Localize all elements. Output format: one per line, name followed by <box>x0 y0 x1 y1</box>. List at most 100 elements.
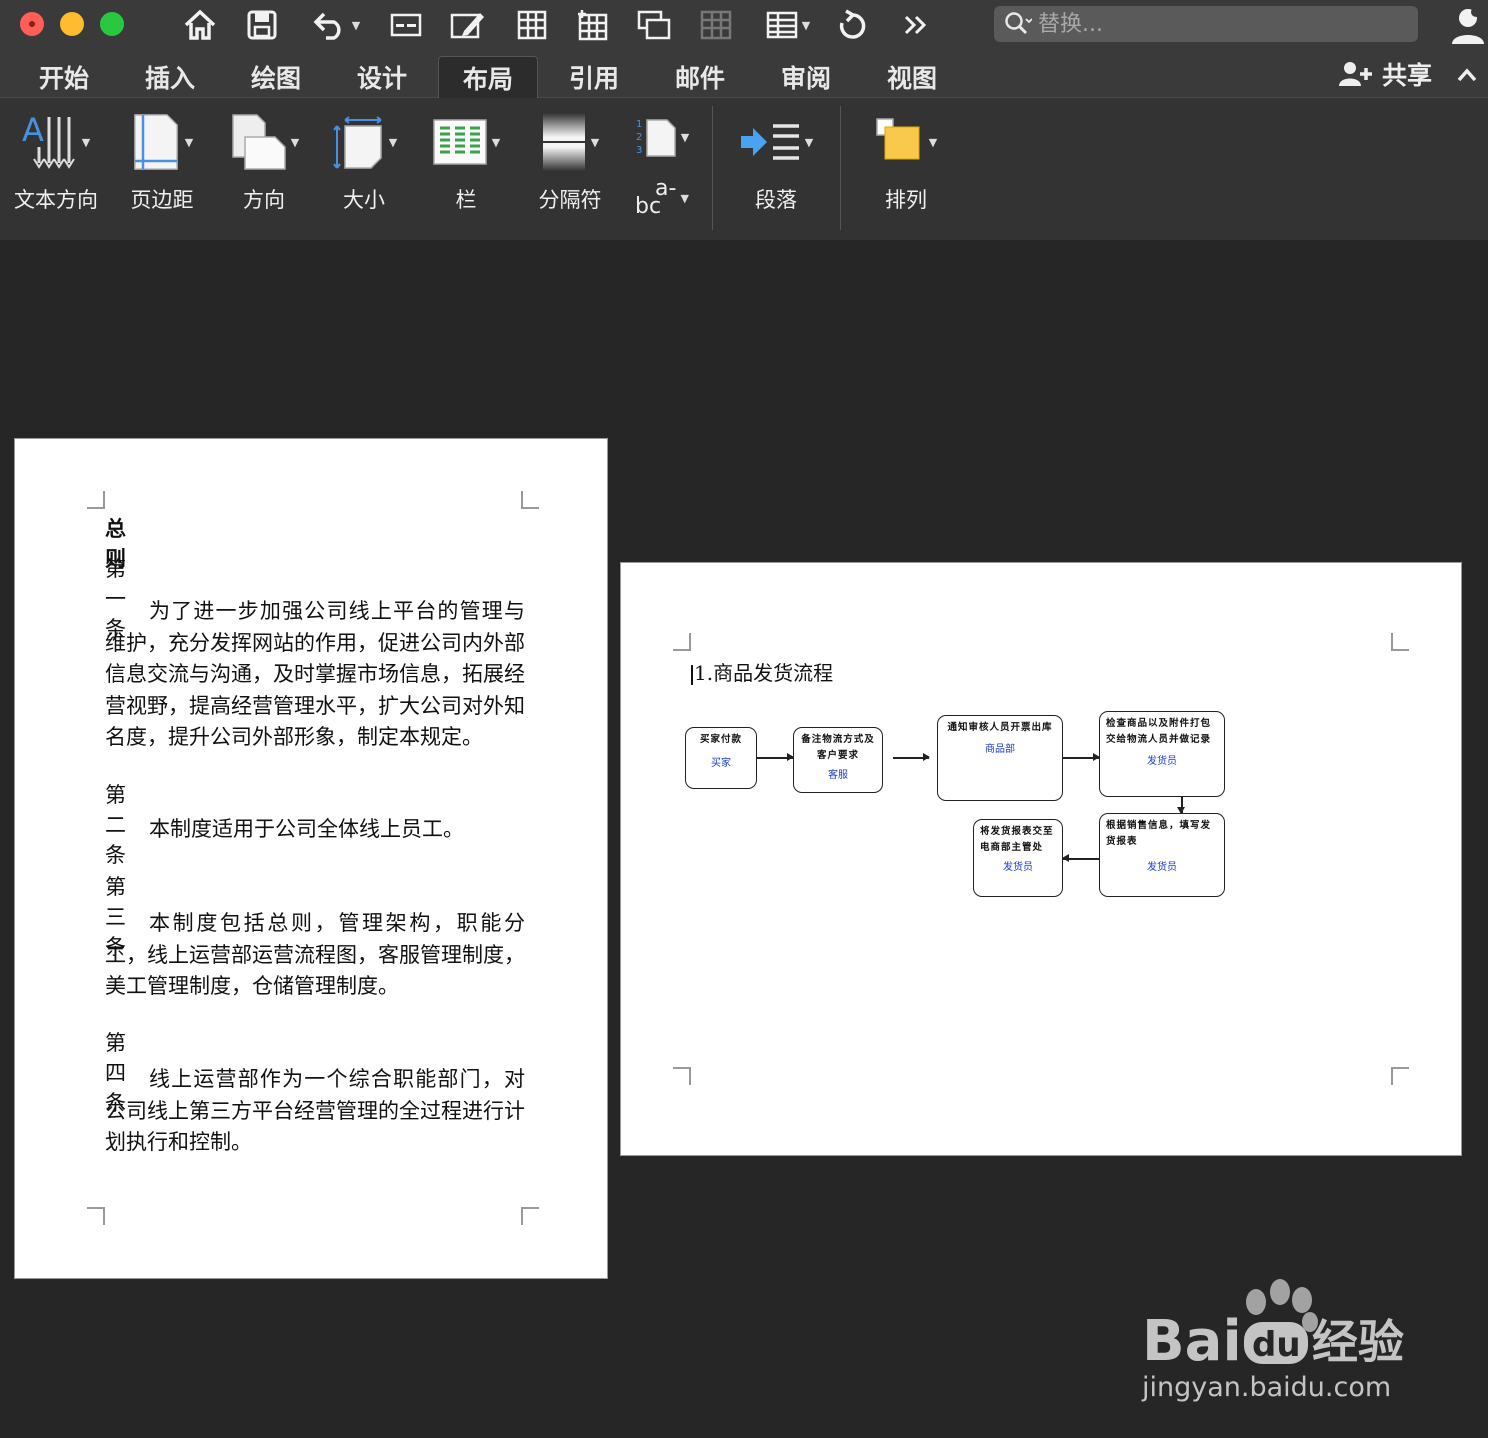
arrange-button[interactable]: ▼ 排列 <box>862 110 950 230</box>
page-size-icon <box>332 116 382 169</box>
table-options-icon[interactable]: ▼ <box>760 6 816 44</box>
paragraph-button[interactable]: ▼ 段落 <box>732 110 820 230</box>
arrange-label: 排列 <box>885 188 927 212</box>
crop-mark <box>1391 1067 1409 1085</box>
search-input[interactable] <box>1038 11 1398 37</box>
svg-text:du: du <box>1252 1325 1301 1365</box>
share-button[interactable]: 共享 <box>1338 56 1432 92</box>
tab-references[interactable]: 引用 <box>544 56 644 98</box>
crop-mark <box>87 1207 105 1225</box>
baidu-paw-logo: Bai du 经验 jingyan.baidu.com <box>1141 1279 1404 1403</box>
svg-text:1: 1 <box>636 119 642 130</box>
minimize-window-button[interactable] <box>60 12 84 36</box>
crop-mark <box>673 1067 691 1085</box>
edit-document-icon[interactable] <box>448 6 488 44</box>
ribbon-tab-bar: 开始 插入 绘图 设计 布局 引用 邮件 审阅 视图 <box>0 52 1488 98</box>
share-label: 共享 <box>1382 61 1433 90</box>
crop-mark <box>521 491 539 509</box>
svg-text:Bai: Bai <box>1142 1309 1242 1374</box>
close-window-button[interactable] <box>20 12 44 36</box>
collapse-ribbon-icon[interactable] <box>1452 60 1482 90</box>
breaks-icon <box>542 113 585 171</box>
orientation-button[interactable]: ▼ 方向 <box>224 110 304 230</box>
crop-mark <box>673 633 691 651</box>
columns-icon <box>433 119 487 165</box>
breaks-button[interactable]: ▼ 分隔符 <box>530 110 610 230</box>
svg-text:经验: 经验 <box>1312 1315 1404 1369</box>
flow-step-box[interactable]: 通知审核人员开票出库 商品部 <box>937 715 1063 801</box>
tab-review[interactable]: 审阅 <box>756 56 856 98</box>
text-direction-label: 文本方向 <box>14 188 98 212</box>
search-icon <box>1005 12 1032 35</box>
table-icon[interactable] <box>514 6 550 44</box>
arrange-icon <box>876 118 920 160</box>
flow-arrow <box>1063 754 1100 760</box>
flow-arrow <box>1178 797 1184 814</box>
size-button[interactable]: ▼ 大小 <box>324 110 404 230</box>
flow-arrow <box>1062 855 1099 861</box>
crop-mark <box>87 491 105 509</box>
insert-table-icon[interactable] <box>574 6 610 44</box>
table-style-icon <box>698 6 734 44</box>
margins-button[interactable]: ▼ 页边距 <box>122 110 202 230</box>
title-bar: ▼ ▼ <box>0 0 1488 52</box>
crop-mark <box>1391 633 1409 651</box>
flow-step-box[interactable]: 检查商品以及附件打包交给物流人员并做记录 发货员 <box>1099 711 1225 797</box>
ribbon-separator <box>840 106 841 230</box>
text-direction-button[interactable]: A ▼ 文本方向 <box>12 110 100 230</box>
flow-step-box[interactable]: 将发货报表交至电商部主管处 发货员 <box>973 819 1063 897</box>
flowchart-title: 1.商品发货流程 <box>691 657 833 686</box>
flow-step-box[interactable]: 买家付款 买家 <box>685 727 757 789</box>
tab-draw[interactable]: 绘图 <box>226 56 326 98</box>
crop-mark <box>521 1207 539 1225</box>
tab-view[interactable]: 视图 <box>862 56 962 98</box>
hyphenation-button[interactable]: a- bc ▼ <box>630 178 694 230</box>
windows-icon[interactable] <box>634 6 674 44</box>
svg-text:A: A <box>22 113 44 149</box>
form-field-icon[interactable] <box>388 6 424 44</box>
paragraph-indent-icon <box>740 124 799 160</box>
size-label: 大小 <box>343 188 385 212</box>
ribbon-separator <box>712 106 713 230</box>
article-text: 线上运营部作为一个综合职能部门，对公司线上第三方平台经营管理的全过程进行计划执行… <box>105 1067 525 1154</box>
orientation-icon <box>232 114 286 170</box>
tab-home[interactable]: 开始 <box>14 56 114 98</box>
tab-insert[interactable]: 插入 <box>120 56 220 98</box>
article-text: 本制度包括总则，管理架构，职能分工，线上运营部运营流程图，客服管理制度，美工管理… <box>105 911 525 998</box>
flow-step-box[interactable]: 根据销售信息，填写发货报表 发货员 <box>1099 813 1225 897</box>
search-box[interactable] <box>994 6 1418 42</box>
flow-step-box[interactable]: 备注物流方式及客户要求 客服 <box>793 727 883 793</box>
flow-arrow <box>757 754 794 760</box>
margins-icon <box>134 114 178 170</box>
columns-button[interactable]: ▼ 栏 <box>426 110 506 230</box>
paragraph-label: 段落 <box>755 188 797 212</box>
redo-icon[interactable] <box>834 6 870 44</box>
orientation-label: 方向 <box>243 188 285 212</box>
tab-mailings[interactable]: 邮件 <box>650 56 750 98</box>
add-person-icon <box>1339 62 1372 86</box>
save-icon[interactable] <box>244 6 280 44</box>
undo-icon[interactable]: ▼ <box>304 6 368 44</box>
article-text: 本制度适用于公司全体线上员工。 <box>149 817 464 841</box>
tab-layout[interactable]: 布局 <box>438 56 538 98</box>
svg-text:2: 2 <box>636 132 642 143</box>
document-page-1[interactable]: 总则 第一条 为了进一步加强公司线上平台的管理与维护，充分发挥网站的作用，促进公… <box>14 438 608 1279</box>
baidu-watermark: Bai du 经验 jingyan.baidu.com <box>1140 1278 1440 1418</box>
margins-label: 页边距 <box>130 188 194 212</box>
text-cursor <box>691 664 693 685</box>
breaks-label: 分隔符 <box>538 188 602 212</box>
svg-text:3: 3 <box>636 145 642 156</box>
user-icon[interactable] <box>1450 4 1486 46</box>
flow-arrow <box>893 754 930 760</box>
article-text: 为了进一步加强公司线上平台的管理与维护，充分发挥网站的作用，促进公司内外部信息交… <box>105 599 525 749</box>
document-page-2[interactable]: 1.商品发货流程 买家付款 买家 备注物流方式及客户要求 客服 通知审核人员开票… <box>620 562 1462 1156</box>
columns-label: 栏 <box>455 188 477 212</box>
zoom-window-button[interactable] <box>100 12 124 36</box>
home-icon[interactable] <box>180 6 220 44</box>
tab-design[interactable]: 设计 <box>332 56 432 98</box>
svg-text:jingyan.baidu.com: jingyan.baidu.com <box>1141 1372 1391 1403</box>
hyphenation-icon: a- bc <box>635 176 677 219</box>
more-icon[interactable] <box>900 6 932 44</box>
text-direction-icon: A <box>22 113 75 169</box>
line-numbers-icon: 1 2 3 <box>636 119 676 157</box>
